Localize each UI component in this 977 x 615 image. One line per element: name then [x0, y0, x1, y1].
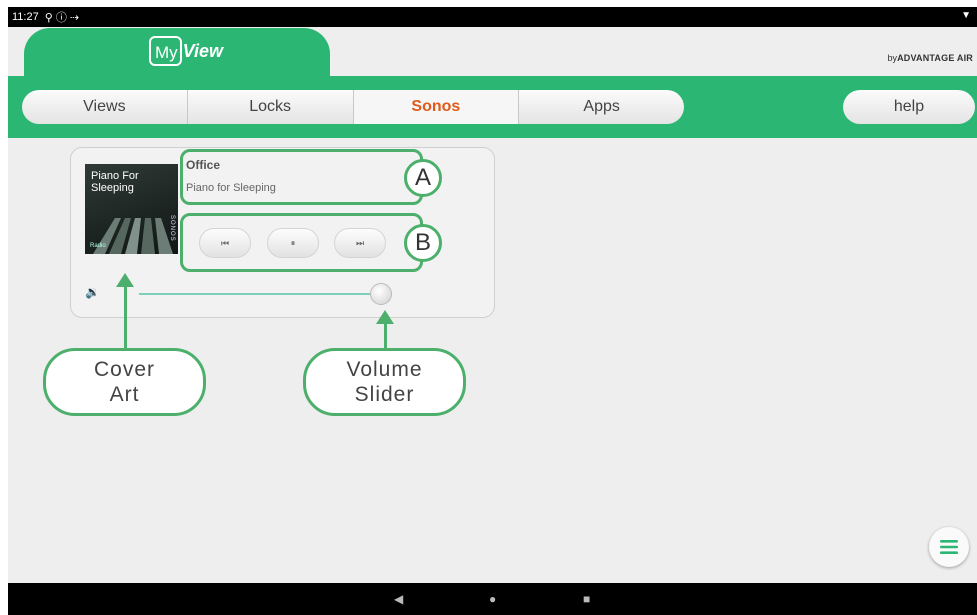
- volume-callout-line2: Slider: [354, 383, 415, 406]
- tab-locks[interactable]: Locks: [187, 90, 354, 124]
- cover-tag: Radio: [90, 243, 106, 249]
- navbar: Views Locks Sonos Apps help: [8, 76, 977, 138]
- help-button[interactable]: help: [843, 90, 975, 124]
- wifi-icon: ▼: [961, 10, 971, 21]
- hamburger-icon: [940, 540, 958, 554]
- logo-my: My: [149, 36, 182, 66]
- cover-art-arrow-line: [124, 285, 127, 349]
- tab-sonos[interactable]: Sonos: [353, 90, 520, 124]
- volume-track[interactable]: [139, 293, 381, 295]
- brand-tab: My View: [24, 28, 330, 76]
- cover-art-callout-line2: Art: [109, 383, 140, 406]
- cover-art[interactable]: Piano For Sleeping Radio SONOS: [85, 164, 178, 254]
- annotation-b-box: [180, 213, 423, 272]
- volume-slider-thumb[interactable]: [370, 283, 392, 305]
- byline-brand: ADVANTAGE AIR: [897, 53, 973, 63]
- tab-apps[interactable]: Apps: [519, 90, 684, 124]
- annotation-a-box: [180, 149, 423, 205]
- cover-title: Piano For Sleeping: [91, 170, 139, 194]
- menu-button[interactable]: [929, 527, 969, 567]
- android-nav-bar: ◀ ● ■: [8, 583, 977, 615]
- status-time: 11:27: [12, 11, 39, 23]
- annotation-a-label: A: [404, 159, 442, 197]
- nav-tabs: Views Locks Sonos Apps: [22, 90, 684, 124]
- cover-brand: SONOS: [169, 215, 175, 242]
- cover-art-callout: Cover Art: [43, 348, 206, 416]
- volume-fill: [139, 293, 381, 295]
- myview-logo: My View: [149, 36, 223, 66]
- volume-slider-callout: Volume Slider: [303, 348, 466, 416]
- cover-art-callout-line1: Cover: [93, 358, 156, 381]
- tab-views[interactable]: Views: [22, 90, 188, 124]
- speaker-icon: 🔉: [85, 285, 100, 299]
- volume-callout-line1: Volume: [346, 358, 423, 381]
- volume-arrow-line: [384, 322, 387, 349]
- logo-view: View: [182, 40, 224, 61]
- recents-icon[interactable]: ■: [583, 592, 590, 606]
- home-icon[interactable]: ●: [489, 592, 496, 606]
- annotation-b-label: B: [404, 224, 442, 262]
- back-icon[interactable]: ◀: [394, 592, 403, 606]
- byline: byADVANTAGE AIR: [888, 53, 973, 63]
- tablet-screen: 11:27 ⚲ ⓘ ⇢ ▼ My View byADVANTAGE AIR Vi…: [8, 7, 977, 615]
- byline-prefix: by: [887, 53, 898, 63]
- status-icons: ⚲ ⓘ ⇢: [44, 12, 80, 24]
- status-bar: 11:27 ⚲ ⓘ ⇢ ▼: [8, 7, 977, 27]
